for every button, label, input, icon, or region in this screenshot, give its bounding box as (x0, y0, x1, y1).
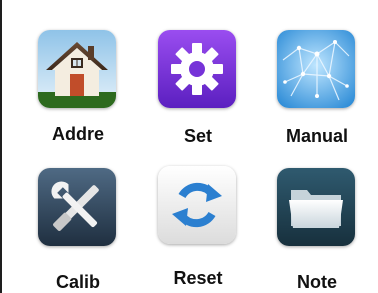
house-icon[interactable] (38, 30, 116, 108)
network-globe-icon[interactable] (277, 30, 355, 108)
app-label: Manual (285, 126, 348, 146)
app-label: Calib (55, 272, 100, 292)
left-border (0, 0, 2, 293)
app-label: Reset (173, 268, 223, 288)
app-label: Note (297, 272, 337, 292)
refresh-icon[interactable] (158, 166, 236, 244)
tools-icon[interactable] (38, 168, 116, 246)
app-label: Addre (51, 124, 104, 144)
folder-icon[interactable] (277, 168, 355, 246)
app-label: Set (183, 126, 212, 146)
gear-icon[interactable] (158, 30, 236, 108)
